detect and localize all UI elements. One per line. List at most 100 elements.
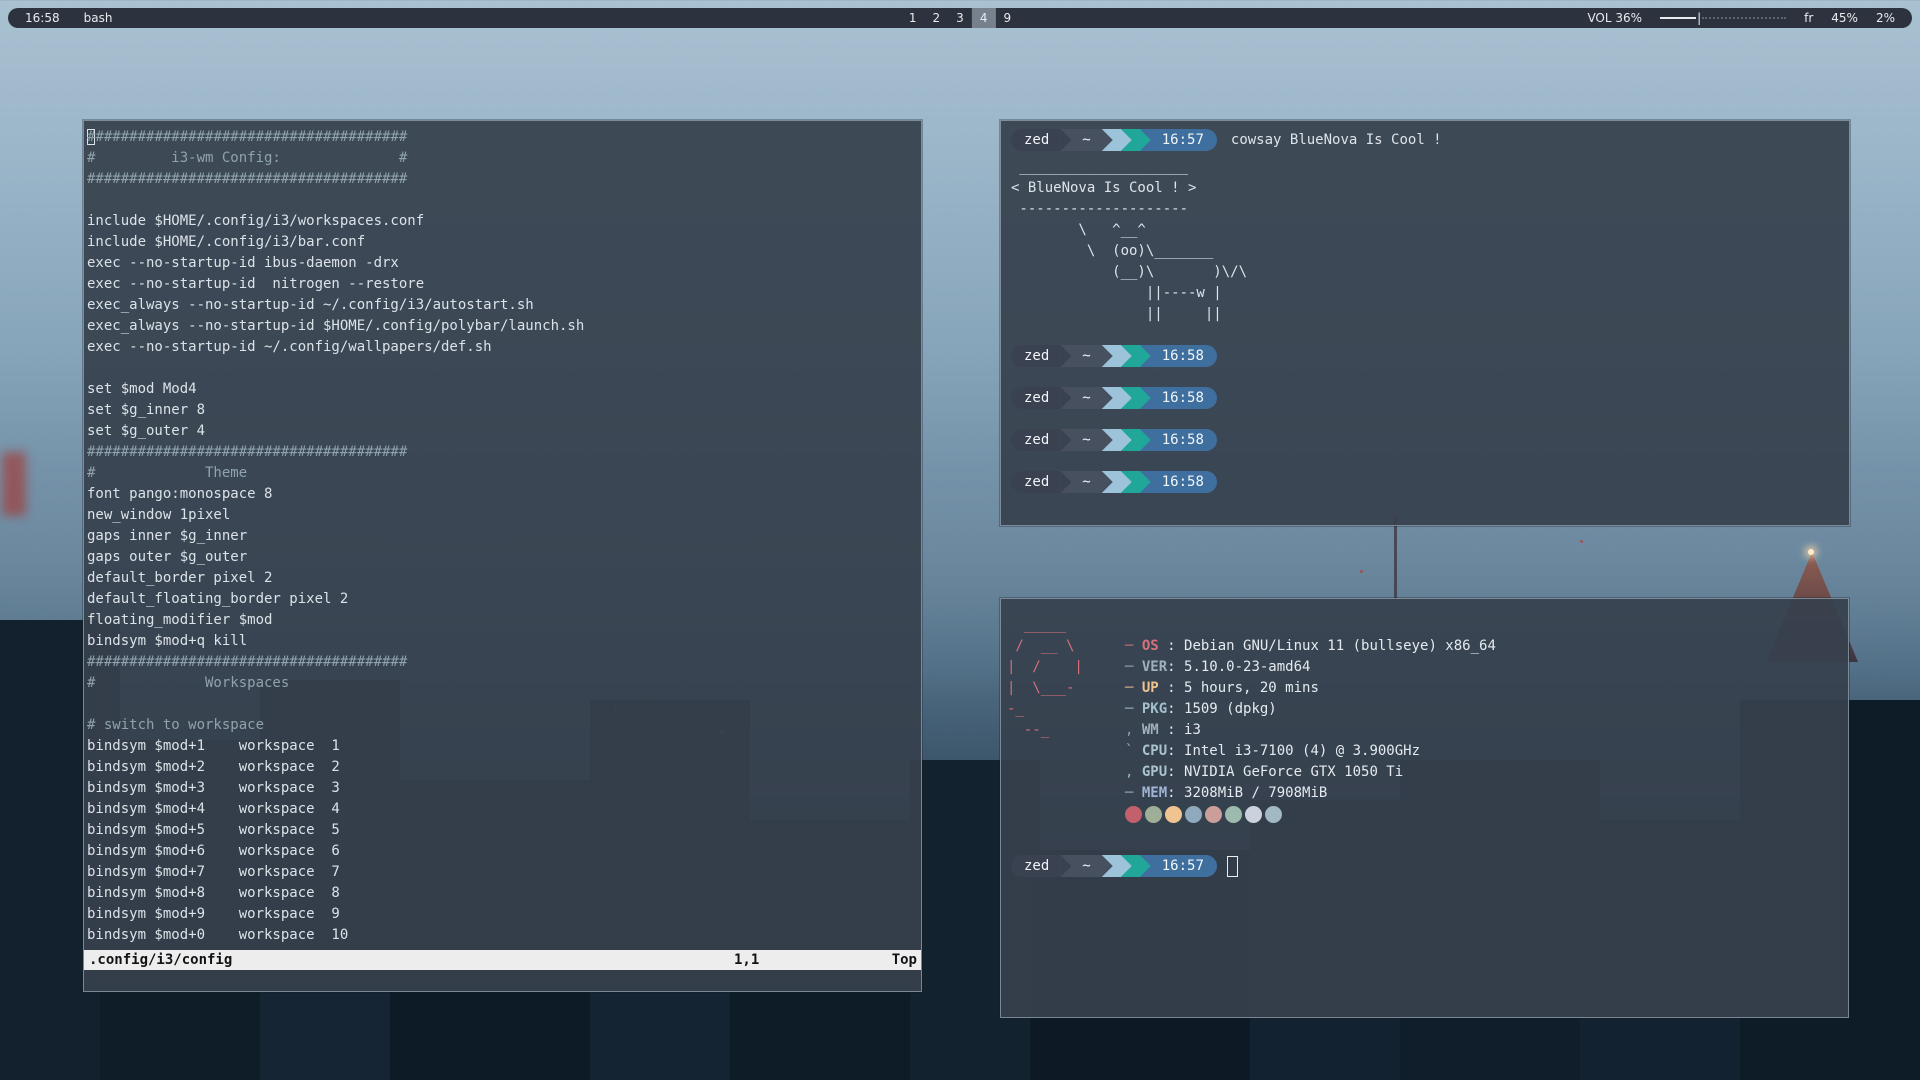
fetch-info-line: ` CPU: Intel i3-7100 (4) @ 3.900GHz (1125, 741, 1496, 762)
prompt-directory: ~ (1071, 345, 1101, 367)
vim-cursor-position: 1,1 (734, 950, 759, 970)
prompt-time: 16:58 (1151, 387, 1217, 409)
keyboard-layout[interactable]: fr (1804, 11, 1813, 25)
volume-label: VOL 36% (1587, 11, 1642, 25)
prompt-user: zed (1011, 429, 1060, 451)
chevron-band (1132, 429, 1140, 451)
vim-line: ###################################### (87, 652, 921, 673)
prompt-time: 16:57 (1151, 129, 1217, 151)
vim-line: bindsym $mod+3 workspace 3 (87, 778, 921, 799)
fetch-line-prefix: ─ (1125, 638, 1142, 654)
fetch-label: UP (1142, 680, 1167, 696)
chevron-band (1113, 129, 1121, 151)
prompt-user: zed (1011, 387, 1060, 409)
terminal-window-fetch[interactable]: _____ / __ \ | / | | \___- -_ --_ ─ OS :… (1000, 598, 1849, 1018)
fetch-output: _____ / __ \ | / | | \___- -_ --_ ─ OS :… (1007, 615, 1848, 825)
vim-line: exec --no-startup-id ibus-daemon -drx (87, 253, 921, 274)
neon-sign (2, 452, 26, 516)
fetch-label: CPU (1142, 743, 1167, 759)
palette-dot (1125, 806, 1142, 823)
fetch-info-line: ─ OS : Debian GNU/Linux 11 (bullseye) x8… (1125, 636, 1496, 657)
fetch-label: GPU (1142, 764, 1167, 780)
vim-line: # switch to workspace (87, 715, 921, 736)
fetch-value: : 5.10.0-23-amd64 (1167, 659, 1310, 675)
chevron-band (1132, 387, 1140, 409)
slider-track (1702, 17, 1786, 19)
vim-buffer: ####################################### … (84, 121, 921, 946)
shell-line: zed~16:58 (1011, 345, 1849, 367)
shell-line: zed ~16:57 cowsay BlueNova Is Cool ! (1011, 129, 1849, 151)
shell-prompt: zed ~16:57 (1011, 129, 1217, 151)
vim-line: bindsym $mod+6 workspace 6 (87, 841, 921, 862)
vim-line: new_window 1pixel (87, 505, 921, 526)
palette-dot (1165, 806, 1182, 823)
shell-command: cowsay BlueNova Is Cool ! (1231, 130, 1442, 151)
fetch-label: WM (1142, 722, 1167, 738)
vim-line: # i3-wm Config: # (87, 148, 921, 169)
vim-line (87, 358, 921, 379)
prompt-time: 16:58 (1151, 345, 1217, 367)
powerline-separator (1060, 471, 1071, 493)
volume-slider[interactable]: | (1660, 11, 1786, 25)
chevron-band (1113, 471, 1121, 493)
slider-fill (1660, 17, 1696, 19)
palette-dot (1265, 806, 1282, 823)
powerline-separator (1121, 855, 1132, 877)
vim-line: ###################################### (87, 169, 921, 190)
workspace-button-9[interactable]: 9 (995, 8, 1019, 28)
vim-line: floating_modifier $mod (87, 610, 921, 631)
terminal-window-vim[interactable]: ####################################### … (83, 120, 922, 992)
workspace-button-2[interactable]: 2 (925, 8, 949, 28)
fetch-info-line: , GPU: NVIDIA GeForce GTX 1050 Ti (1125, 762, 1496, 783)
fetch-value: : 1509 (dpkg) (1167, 701, 1277, 717)
vim-line: bindsym $mod+2 workspace 2 (87, 757, 921, 778)
shell-line: zed~16:58 (1011, 471, 1849, 493)
prompt-directory: ~ (1071, 855, 1101, 877)
bar-right-modules: VOL 36% | fr 45% 2% (1587, 11, 1912, 25)
powerline-separator (1140, 429, 1151, 451)
vim-line: # Workspaces (87, 673, 921, 694)
palette-dot (1145, 806, 1162, 823)
workspace-button-1[interactable]: 1 (901, 8, 925, 28)
fetch-value: : i3 (1167, 722, 1201, 738)
fetch-info-line: , WM : i3 (1125, 720, 1496, 741)
fetch-value: : Debian GNU/Linux 11 (bullseye) x86_64 (1167, 638, 1496, 654)
chevron-band (1113, 387, 1121, 409)
powerline-separator (1060, 429, 1071, 451)
shell-line: zed~16:58 (1011, 429, 1849, 451)
fetch-label: VER (1142, 659, 1167, 675)
prompt-user: zed (1011, 855, 1060, 877)
workspace-button-4[interactable]: 4 (972, 8, 996, 28)
vim-line: include $HOME/.config/i3/workspaces.conf (87, 211, 921, 232)
shell-line: zed~16:58 (1011, 387, 1849, 409)
powerline-separator (1102, 855, 1113, 877)
chevron-band (1132, 855, 1140, 877)
fetch-line-prefix: ` (1125, 743, 1142, 759)
shell-prompt: zed ~16:57 (1011, 855, 1217, 877)
vim-line (87, 190, 921, 211)
terminal-window-cowsay[interactable]: zed~16:57 cowsay BlueNova Is Cool ! ____… (1000, 120, 1850, 526)
slider-handle[interactable]: | (1697, 11, 1701, 25)
vim-line: gaps inner $g_inner (87, 526, 921, 547)
prompt-time: 16:57 (1151, 855, 1217, 877)
vim-line: bindsym $mod+7 workspace 7 (87, 862, 921, 883)
prompt-directory: ~ (1071, 129, 1101, 151)
chevron-band (1132, 129, 1140, 151)
powerline-separator (1140, 129, 1151, 151)
fetch-label: MEM (1142, 785, 1167, 801)
vim-line: exec --no-startup-id nitrogen --restore (87, 274, 921, 295)
powerline-separator (1140, 471, 1151, 493)
vim-line: bindsym $mod+1 workspace 1 (87, 736, 921, 757)
workspace-button-3[interactable]: 3 (948, 8, 972, 28)
terminal-color-palette (1125, 804, 1496, 825)
fetch-info-column: ─ OS : Debian GNU/Linux 11 (bullseye) x8… (1125, 636, 1496, 825)
powerline-separator (1140, 345, 1151, 367)
powerline-separator (1060, 387, 1071, 409)
prompt-user: zed (1011, 129, 1060, 151)
stat-percent-a: 45% (1831, 11, 1858, 25)
shell-prompt: zed~16:58 (1011, 387, 1217, 409)
vim-line: # Theme (87, 463, 921, 484)
vim-line: ###################################### (87, 442, 921, 463)
chevron-band (1113, 429, 1121, 451)
vim-line: exec_always --no-startup-id $HOME/.confi… (87, 316, 921, 337)
